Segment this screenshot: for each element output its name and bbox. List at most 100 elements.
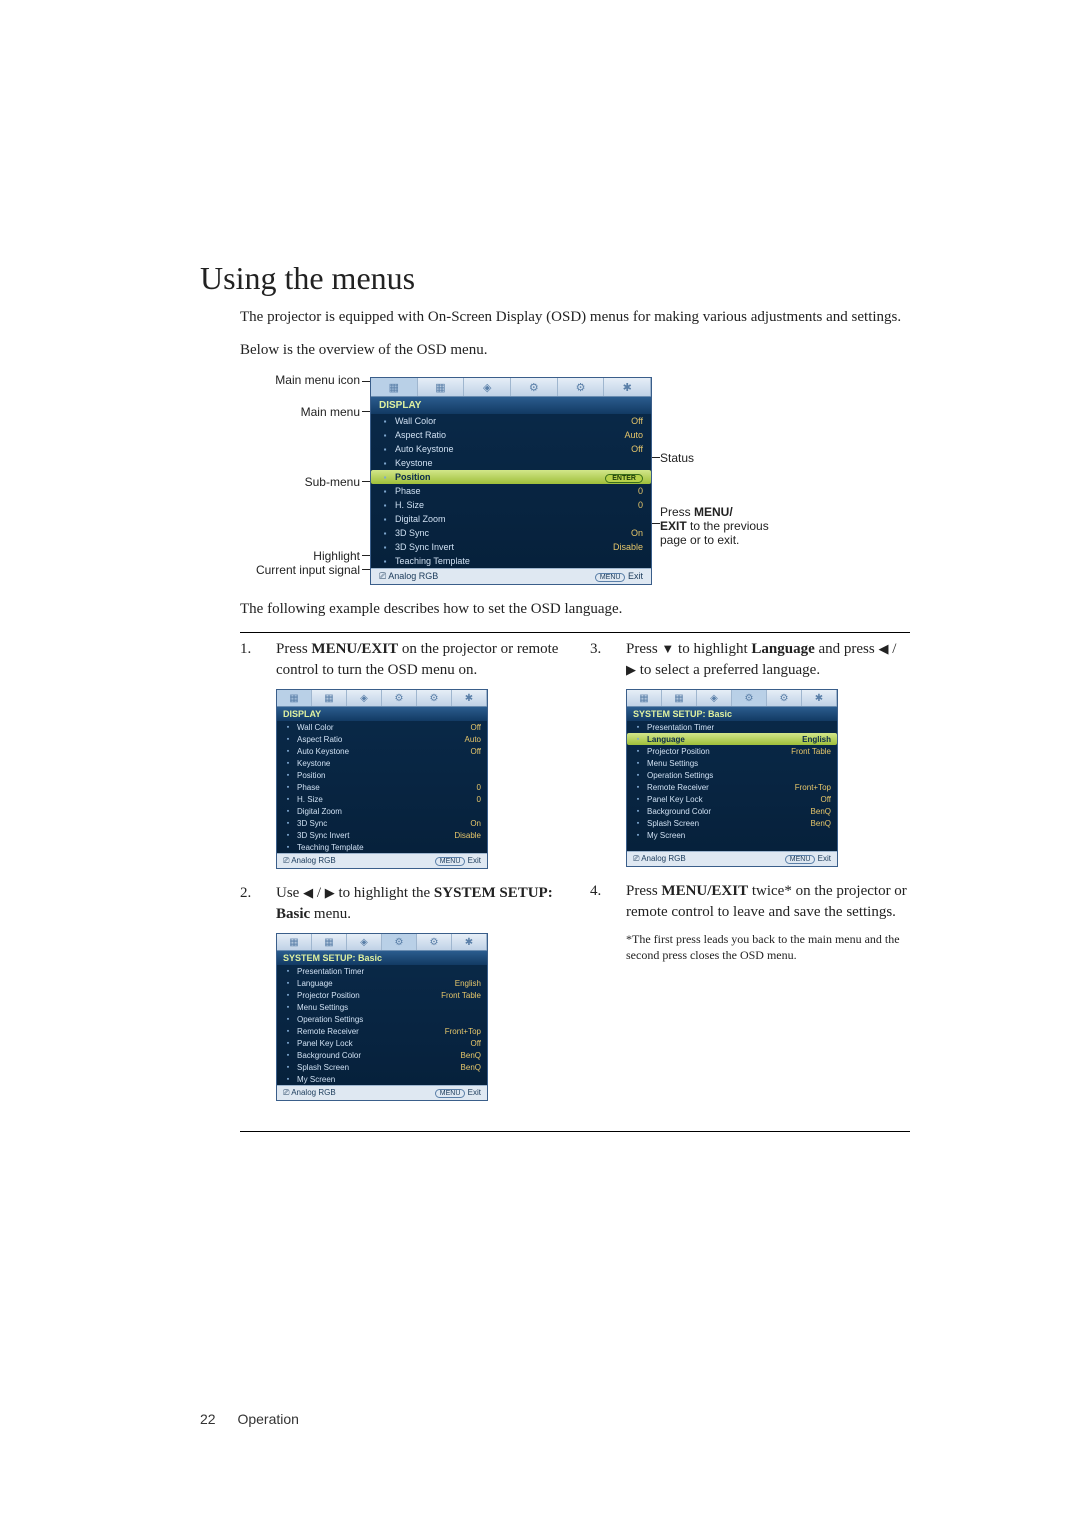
osd-row: ▪ PositionENTER bbox=[371, 470, 651, 484]
row-icon: ▪ bbox=[283, 1004, 293, 1011]
label-press-menu-exit: Press MENU/EXIT to the previous page or … bbox=[660, 505, 780, 547]
osd-tabs: ▦ ▦ ◈ ⚙ ⚙ ✱ bbox=[371, 378, 651, 397]
row-label: Splash Screen bbox=[647, 819, 811, 828]
osd-footer-left: Analog RGB bbox=[388, 571, 438, 581]
row-label: H. Size bbox=[297, 795, 477, 804]
row-value: 0 bbox=[638, 500, 643, 510]
row-label: H. Size bbox=[395, 500, 638, 510]
step-3: 3. Press ▼ to highlight Language and pre… bbox=[590, 639, 910, 681]
row-icon: ▪ bbox=[633, 760, 643, 767]
osd-row: ▪ Menu Settings bbox=[277, 1001, 487, 1013]
osd-title: DISPLAY bbox=[371, 397, 651, 414]
row-value: Auto bbox=[624, 430, 643, 440]
row-value: 0 bbox=[477, 783, 481, 792]
osd-row: ▪Splash ScreenBenQ bbox=[277, 1061, 487, 1073]
osd-step2-system: ▦ ▦ ◈ ⚙ ⚙ ✱ SYSTEM SETUP: Basic ▪Present… bbox=[276, 933, 488, 1101]
osd-tab-6: ✱ bbox=[604, 378, 651, 396]
osd-row: ▪ Position bbox=[277, 769, 487, 781]
step-4: 4. Press MENU/EXIT twice* on the project… bbox=[590, 881, 910, 923]
row-icon: ▪ bbox=[283, 784, 293, 791]
row-icon: ▪ bbox=[633, 724, 643, 731]
menu-badge: MENU bbox=[595, 573, 626, 582]
row-icon: ▪ bbox=[283, 980, 293, 987]
row-icon: ▪ bbox=[283, 1076, 293, 1083]
row-value: 0 bbox=[477, 795, 481, 804]
row-label: Teaching Template bbox=[297, 843, 481, 852]
step-2: 2. Use ◀ / ▶ to highlight the SYSTEM SET… bbox=[240, 883, 560, 925]
osd-tab-5: ⚙ bbox=[558, 378, 605, 396]
osd-tab-1: ▦ bbox=[371, 378, 418, 396]
osd-row: ▪Wall ColorOff bbox=[371, 414, 651, 428]
osd-row: ▪Teaching Template bbox=[277, 841, 487, 853]
row-icon: ▪ bbox=[283, 968, 293, 975]
row-icon: ▪ bbox=[283, 772, 293, 779]
osd-row: ▪3D Sync InvertDisable bbox=[371, 540, 651, 554]
osd-footer-exit: Exit bbox=[628, 571, 643, 581]
osd-row: ▪Aspect RatioAuto bbox=[371, 428, 651, 442]
osd-row: ▪3D SyncOn bbox=[277, 817, 487, 829]
osd-row: ▪Menu Settings bbox=[627, 757, 837, 769]
row-label: 3D Sync Invert bbox=[297, 831, 454, 840]
osd-row: ▪ Presentation Timer bbox=[627, 721, 837, 733]
osd-row: ▪Phase0 bbox=[371, 484, 651, 498]
osd-row: ▪Digital Zoom bbox=[371, 512, 651, 526]
osd-overview-diagram: Main menu icon Main menu Sub-menu Highli… bbox=[240, 373, 910, 583]
row-label: Language bbox=[647, 735, 802, 744]
row-icon: ▪ bbox=[283, 808, 293, 815]
label-current-input: Current input signal bbox=[230, 563, 360, 577]
row-icon: ▪ bbox=[283, 1040, 293, 1047]
row-icon: ▪ bbox=[633, 736, 643, 743]
row-value: ENTER bbox=[605, 472, 643, 482]
row-value: Off bbox=[470, 723, 481, 732]
row-label: Position bbox=[297, 771, 481, 780]
row-label: Operation Settings bbox=[647, 771, 831, 780]
osd-row: ▪Presentation Timer bbox=[277, 965, 487, 977]
osd-row: ▪Remote ReceiverFront+Top bbox=[627, 781, 837, 793]
page-footer: 22 Operation bbox=[200, 1411, 299, 1427]
row-value: Front Table bbox=[791, 747, 831, 756]
row-icon: ▪ bbox=[379, 473, 391, 482]
osd-row: ▪Wall ColorOff bbox=[277, 721, 487, 733]
row-icon: ▪ bbox=[283, 1052, 293, 1059]
row-label: Auto Keystone bbox=[297, 747, 470, 756]
row-icon: ▪ bbox=[283, 748, 293, 755]
osd-row: ▪Panel Key LockOff bbox=[627, 793, 837, 805]
row-label: Position bbox=[395, 472, 605, 482]
row-value: English bbox=[455, 979, 481, 988]
row-label: Keystone bbox=[297, 759, 481, 768]
row-value: BenQ bbox=[811, 819, 831, 828]
osd-step1-display: ▦ ▦ ◈ ⚙ ⚙ ✱ DISPLAY ▪Wall ColorOff▪Aspec… bbox=[276, 689, 488, 869]
row-label: Remote Receiver bbox=[647, 783, 795, 792]
row-icon: ▪ bbox=[379, 557, 391, 566]
row-label: Projector Position bbox=[297, 991, 441, 1000]
row-icon: ▪ bbox=[283, 724, 293, 731]
row-label: Presentation Timer bbox=[647, 723, 831, 732]
osd-row: ▪Phase0 bbox=[277, 781, 487, 793]
osd-row: ▪Background ColorBenQ bbox=[277, 1049, 487, 1061]
row-icon: ▪ bbox=[633, 832, 643, 839]
row-icon: ▪ bbox=[633, 772, 643, 779]
row-icon: ▪ bbox=[379, 515, 391, 524]
osd-row: ▪Panel Key LockOff bbox=[277, 1037, 487, 1049]
row-label: Menu Settings bbox=[297, 1003, 481, 1012]
osd-row: ▪ Digital Zoom bbox=[277, 805, 487, 817]
osd-footer: ⎚ Analog RGB MENU Exit bbox=[371, 568, 651, 584]
row-icon: ▪ bbox=[379, 445, 391, 454]
osd-row: ▪Keystone bbox=[277, 757, 487, 769]
osd-display-panel: ▦ ▦ ◈ ⚙ ⚙ ✱ DISPLAY ▪Wall ColorOff▪Aspec… bbox=[370, 377, 652, 585]
osd-row: ▪Keystone bbox=[371, 456, 651, 470]
step-1: 1. Press MENU/EXIT on the projector or r… bbox=[240, 639, 560, 681]
osd-row: ▪Projector PositionFront Table bbox=[627, 745, 837, 757]
row-value: Disable bbox=[613, 542, 643, 552]
enter-badge: ENTER bbox=[605, 474, 643, 483]
row-label: Wall Color bbox=[395, 416, 631, 426]
label-sub-menu: Sub-menu bbox=[240, 475, 360, 489]
row-icon: ▪ bbox=[379, 529, 391, 538]
row-label: Background Color bbox=[297, 1051, 461, 1060]
row-label: Digital Zoom bbox=[297, 807, 481, 816]
row-value: 0 bbox=[638, 486, 643, 496]
row-label: Panel Key Lock bbox=[647, 795, 820, 804]
osd-step3-system: ▦ ▦ ◈ ⚙ ⚙ ✱ SYSTEM SETUP: Basic ▪Present… bbox=[626, 689, 838, 867]
right-arrow-icon: ▶ bbox=[325, 885, 335, 900]
row-icon: ▪ bbox=[283, 736, 293, 743]
